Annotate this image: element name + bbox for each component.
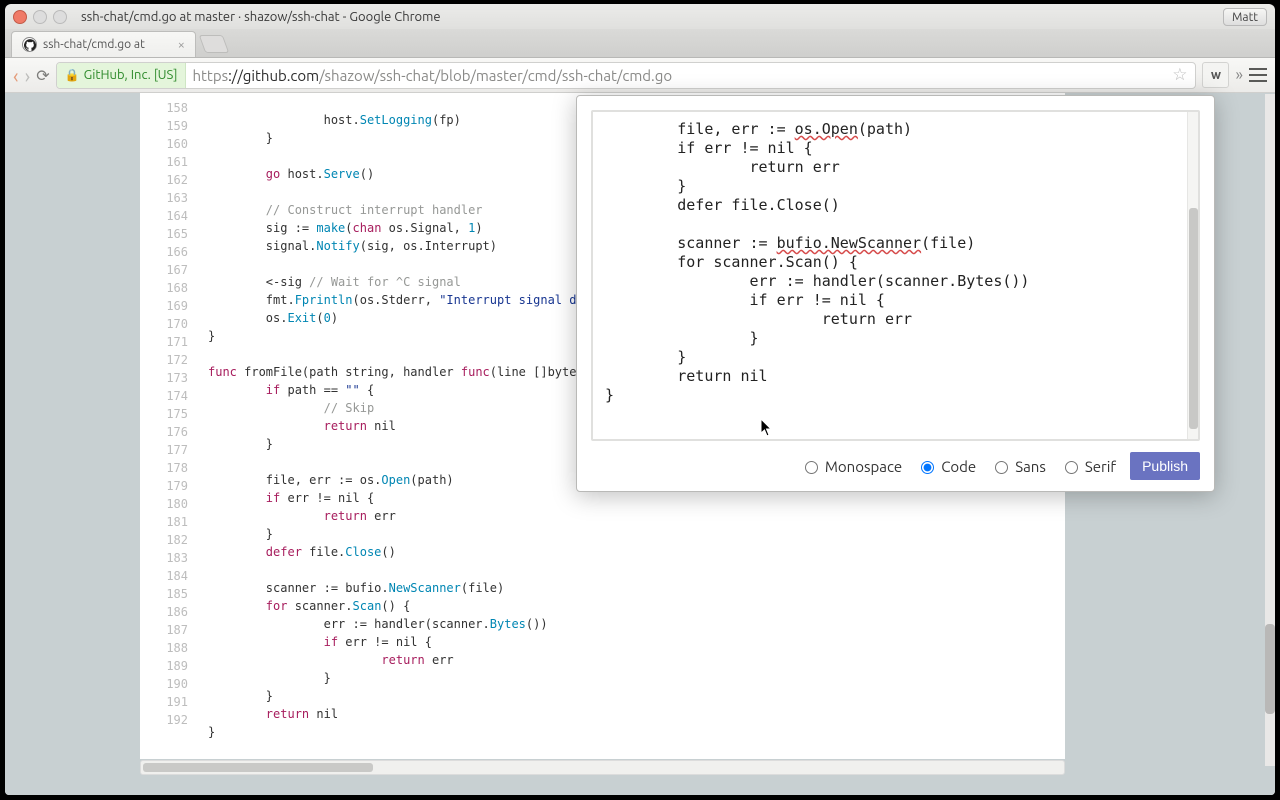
scrollbar-thumb[interactable] [143, 763, 373, 772]
popup-scrollbar-thumb[interactable] [1189, 208, 1198, 429]
ssl-identity: GitHub, Inc. [US] [84, 68, 178, 82]
font-option-code[interactable]: Code [916, 458, 976, 475]
lock-icon: 🔒 [65, 68, 80, 82]
chrome-menu-icon[interactable] [1249, 68, 1267, 82]
horizontal-scrollbar[interactable] [140, 760, 1065, 775]
ssl-chip[interactable]: 🔒 GitHub, Inc. [US] [57, 63, 187, 88]
font-option-monospace[interactable]: Monospace [800, 458, 902, 475]
os-scrollbar[interactable] [1265, 94, 1275, 766]
extension-popup: file, err := os.Open(path) if err != nil… [576, 95, 1215, 492]
font-radio-monospace[interactable] [805, 461, 818, 474]
github-favicon-icon [22, 37, 37, 52]
new-tab-button[interactable] [199, 35, 230, 53]
reload-button[interactable]: ⟳ [36, 66, 49, 85]
line-number-gutter: 158 159 160 161 162 163 164 165 166 167 … [140, 93, 198, 759]
tab-active[interactable]: ssh-chat/cmd.go at × [11, 31, 196, 57]
url-text: https://github.com/shazow/ssh-chat/blob/… [186, 67, 678, 84]
font-label: Sans [1015, 458, 1046, 475]
toolbar: ‹ › ⟳ 🔒 GitHub, Inc. [US] https://github… [5, 58, 1275, 93]
font-label: Serif [1085, 458, 1116, 475]
omnibox[interactable]: 🔒 GitHub, Inc. [US] https://github.com/s… [56, 62, 1197, 89]
tab-title: ssh-chat/cmd.go at [43, 38, 145, 51]
popup-textarea[interactable]: file, err := os.Open(path) if err != nil… [591, 110, 1200, 441]
font-option-sans[interactable]: Sans [990, 458, 1046, 475]
os-titlebar: ssh-chat/cmd.go at master · shazow/ssh-c… [5, 4, 1275, 29]
extension-label: w [1211, 68, 1221, 82]
publish-button[interactable]: Publish [1130, 452, 1200, 480]
bookmark-star-icon[interactable]: ☆ [1164, 65, 1195, 85]
font-label: Code [941, 458, 976, 475]
window-close-button[interactable] [13, 10, 27, 24]
window-title: ssh-chat/cmd.go at master · shazow/ssh-c… [81, 10, 1223, 24]
popup-scrollbar[interactable] [1187, 112, 1198, 439]
back-button[interactable]: ‹ [13, 64, 19, 87]
popup-text-content[interactable]: file, err := os.Open(path) if err != nil… [593, 112, 1187, 439]
tabstrip: ssh-chat/cmd.go at × [5, 29, 1275, 58]
font-radio-serif[interactable] [1065, 461, 1078, 474]
tab-close-icon[interactable]: × [178, 38, 185, 52]
window-minimize-button[interactable] [33, 10, 47, 24]
os-scrollbar-thumb[interactable] [1265, 624, 1275, 714]
user-badge[interactable]: Matt [1223, 8, 1267, 26]
forward-button: › [25, 64, 31, 87]
font-radio-sans[interactable] [995, 461, 1008, 474]
font-option-serif[interactable]: Serif [1060, 458, 1116, 475]
font-label: Monospace [825, 458, 902, 475]
popup-footer: Monospace Code Sans Serif Publish [577, 451, 1214, 491]
font-radio-code[interactable] [921, 461, 934, 474]
extension-button[interactable]: w [1202, 62, 1229, 88]
window-maximize-button[interactable] [53, 10, 67, 24]
extensions-overflow-icon[interactable]: » [1235, 66, 1243, 84]
